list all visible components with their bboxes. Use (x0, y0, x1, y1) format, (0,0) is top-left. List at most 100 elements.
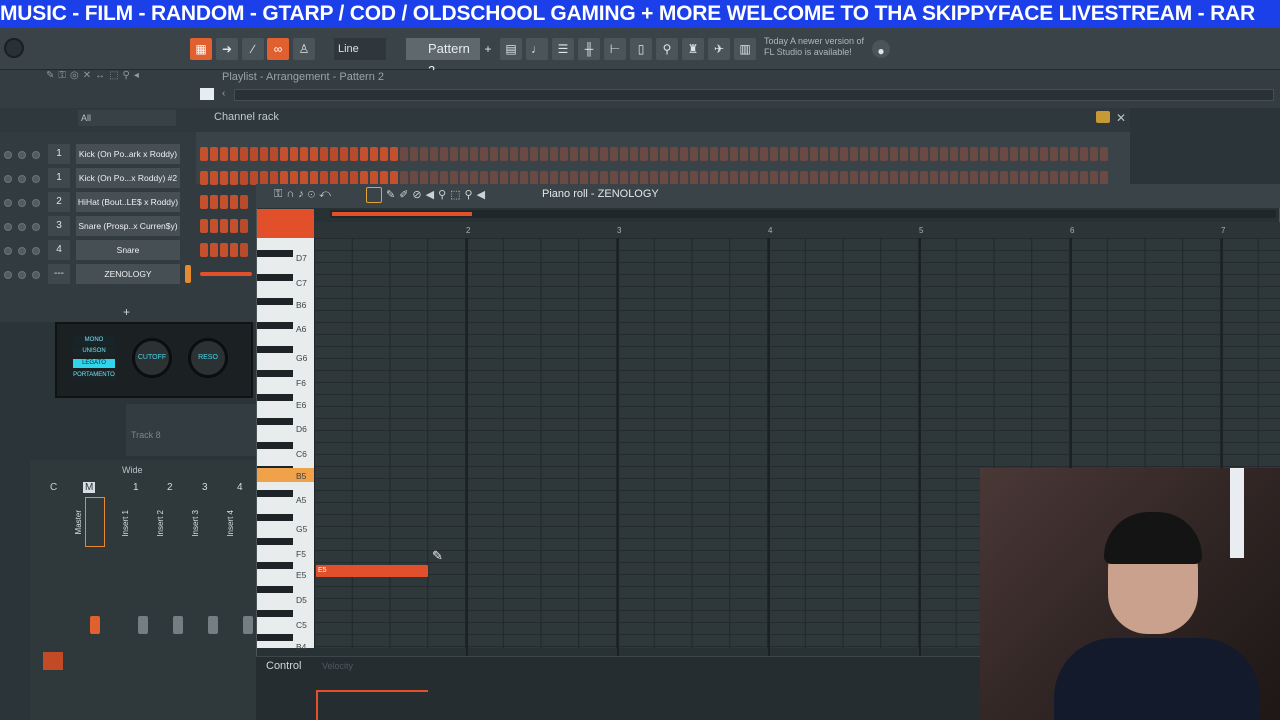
step-button[interactable] (580, 171, 588, 185)
piano-roll-icon[interactable]: ♩ (526, 38, 548, 60)
send-icon[interactable]: ✈ (708, 38, 730, 60)
step-button[interactable] (720, 171, 728, 185)
link-icon[interactable]: ∞ (267, 38, 289, 60)
close-icon[interactable]: ✕ (1116, 111, 1126, 125)
step-button[interactable] (270, 147, 278, 161)
playlist-scroll-left-icon[interactable]: ‹ (222, 88, 225, 99)
step-button[interactable] (210, 147, 218, 161)
master-track-slot[interactable] (85, 497, 105, 547)
step-button[interactable] (350, 147, 358, 161)
step-button[interactable] (690, 171, 698, 185)
step-button[interactable] (590, 171, 598, 185)
step-button[interactable] (660, 147, 668, 161)
browser-icon[interactable]: ⊢ (604, 38, 626, 60)
step-button[interactable] (790, 171, 798, 185)
globe-icon[interactable]: ● (872, 40, 890, 58)
step-button[interactable] (720, 147, 728, 161)
step-button[interactable] (670, 147, 678, 161)
step-button[interactable] (340, 171, 348, 185)
draw-tool-icon[interactable] (366, 187, 382, 203)
step-button[interactable] (470, 147, 478, 161)
step-button[interactable] (450, 147, 458, 161)
mode-unison[interactable]: UNISON (73, 347, 115, 356)
mute-led[interactable] (4, 247, 12, 255)
step-button[interactable] (750, 171, 758, 185)
step-button[interactable] (860, 147, 868, 161)
step-button[interactable] (440, 147, 448, 161)
step-button[interactable] (390, 171, 398, 185)
step-button[interactable] (530, 147, 538, 161)
step-button[interactable] (1100, 147, 1108, 161)
step-button[interactable] (810, 171, 818, 185)
step-button[interactable] (210, 171, 218, 185)
add-pattern-icon[interactable]: + (482, 38, 494, 60)
pattern-selector[interactable]: Pattern 2 (406, 38, 480, 78)
step-button[interactable] (560, 147, 568, 161)
step-button[interactable] (710, 171, 718, 185)
step-button[interactable] (290, 147, 298, 161)
typing-keyboard-icon[interactable]: ▦ (190, 38, 212, 60)
velocity-bar[interactable] (316, 690, 428, 692)
mute-led[interactable] (4, 199, 12, 207)
step-button[interactable] (820, 171, 828, 185)
step-button[interactable] (570, 171, 578, 185)
step-button[interactable] (490, 147, 498, 161)
step-button[interactable] (230, 171, 238, 185)
channel-rack-icon[interactable]: ☰ (552, 38, 574, 60)
pan-knob[interactable] (18, 151, 26, 159)
step-button[interactable] (320, 171, 328, 185)
channel-mixer-track[interactable]: 1 (48, 144, 70, 164)
shop-icon[interactable]: ▥ (734, 38, 756, 60)
step-button[interactable] (640, 147, 648, 161)
step-button[interactable] (200, 219, 208, 233)
ruler-bar-number[interactable]: 3 (617, 226, 621, 235)
step-button[interactable] (920, 171, 928, 185)
step-button[interactable] (630, 171, 638, 185)
control-selector[interactable]: Control (266, 660, 301, 672)
step-button[interactable] (480, 147, 488, 161)
reso-knob[interactable]: RESO (188, 338, 228, 378)
step-button[interactable] (870, 147, 878, 161)
ruler[interactable] (314, 222, 1280, 238)
step-button[interactable] (1030, 171, 1038, 185)
arrow-right-icon[interactable]: ➜ (216, 38, 238, 60)
step-button[interactable] (230, 147, 238, 161)
step-button[interactable] (520, 147, 528, 161)
step-button[interactable] (370, 147, 378, 161)
step-button[interactable] (380, 147, 388, 161)
step-button[interactable] (590, 147, 598, 161)
black-key[interactable] (257, 394, 293, 401)
channel-rack-title[interactable]: Channel rack (214, 111, 279, 123)
black-key[interactable] (257, 370, 293, 377)
black-key[interactable] (257, 586, 293, 593)
step-button[interactable] (600, 147, 608, 161)
step-button[interactable] (280, 171, 288, 185)
black-key[interactable] (257, 346, 293, 353)
step-button[interactable] (950, 171, 958, 185)
step-button[interactable] (210, 219, 218, 233)
step-button[interactable] (810, 147, 818, 161)
step-button[interactable] (310, 171, 318, 185)
step-button[interactable] (1060, 147, 1068, 161)
step-button[interactable] (730, 147, 738, 161)
step-button[interactable] (880, 171, 888, 185)
step-button[interactable] (540, 171, 548, 185)
step-button[interactable] (360, 147, 368, 161)
step-button[interactable] (840, 171, 848, 185)
step-button[interactable] (930, 147, 938, 161)
step-button[interactable] (830, 171, 838, 185)
step-button[interactable] (1080, 147, 1088, 161)
step-button[interactable] (900, 171, 908, 185)
insert-1-fader[interactable] (138, 616, 148, 634)
mixer-preset[interactable]: Wide (122, 465, 143, 475)
add-channel-button[interactable]: + (123, 305, 130, 319)
step-button[interactable] (220, 195, 228, 209)
step-button[interactable] (240, 219, 248, 233)
channel-mixer-track[interactable]: 4 (48, 240, 70, 260)
step-button[interactable] (460, 171, 468, 185)
step-button[interactable] (800, 171, 808, 185)
channel-select-led[interactable] (185, 265, 191, 283)
step-button[interactable] (600, 171, 608, 185)
mute-led[interactable] (4, 271, 12, 279)
step-button[interactable] (200, 171, 208, 185)
